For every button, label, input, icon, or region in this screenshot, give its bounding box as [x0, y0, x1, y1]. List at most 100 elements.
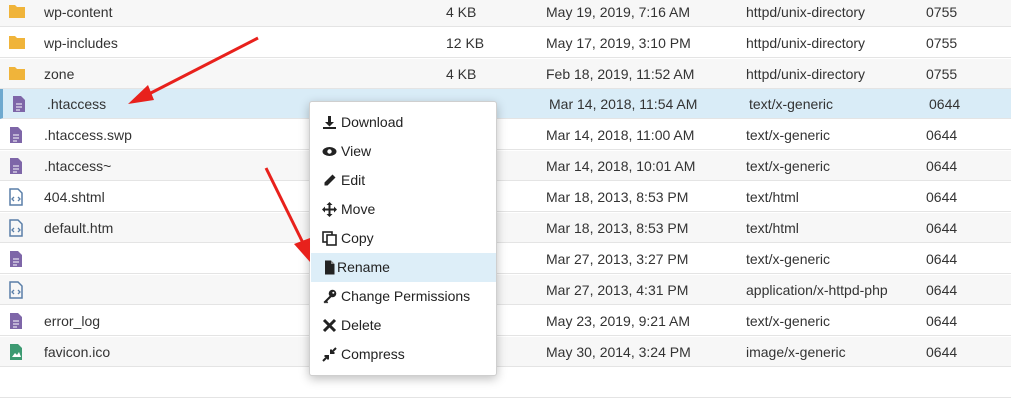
eye-icon	[322, 147, 337, 156]
table-row[interactable]: error_log May 23, 2019, 9:21 AM text/x-g…	[0, 306, 1011, 336]
move-icon	[322, 202, 337, 217]
file-date: Mar 27, 2013, 4:31 PM	[546, 282, 689, 298]
menu-item-label: Change Permissions	[341, 288, 471, 304]
generic-file-icon	[8, 306, 26, 336]
file-date: Mar 14, 2018, 10:01 AM	[546, 158, 696, 174]
file-permissions: 0644	[926, 189, 958, 205]
compress-icon	[322, 347, 337, 362]
generic-file-icon	[8, 244, 26, 274]
table-row-selected[interactable]: .htaccess Mar 14, 2018, 11:54 AM text/x-…	[0, 89, 1011, 119]
menu-item-edit[interactable]: Edit	[311, 166, 496, 195]
file-icon	[325, 260, 335, 275]
menu-item-label: Rename	[337, 259, 390, 275]
table-row[interactable]: 404.shtml es Mar 18, 2013, 8:53 PM text/…	[0, 182, 1011, 212]
file-permissions: 0644	[926, 344, 958, 360]
table-row[interactable]: Mar 27, 2013, 3:27 PM text/x-generic 064…	[0, 244, 1011, 274]
redacted-name	[36, 248, 158, 272]
file-date: Mar 18, 2013, 8:53 PM	[546, 189, 689, 205]
file-size: 4 KB	[446, 4, 477, 20]
code-file-icon	[8, 275, 26, 305]
file-permissions: 0644	[926, 313, 958, 329]
file-name[interactable]: default.htm	[44, 213, 113, 243]
file-permissions: 0644	[926, 127, 958, 143]
menu-item-download[interactable]: Download	[311, 108, 496, 137]
file-type: text/html	[746, 220, 799, 236]
x-icon	[322, 318, 337, 333]
folder-icon	[8, 59, 26, 89]
file-type: image/x-generic	[746, 344, 846, 360]
menu-item-rename[interactable]: Rename	[311, 253, 496, 282]
table-row[interactable]: s Mar 27, 2013, 4:31 PM application/x-ht…	[0, 275, 1011, 305]
file-permissions: 0644	[926, 282, 958, 298]
file-type: httpd/unix-directory	[746, 35, 866, 51]
file-date: May 17, 2019, 3:10 PM	[546, 35, 691, 51]
menu-item-change-permissions[interactable]: Change Permissions	[311, 282, 496, 311]
file-size: 12 KB	[446, 35, 485, 51]
menu-item-delete[interactable]: Delete	[311, 311, 496, 340]
table-row[interactable]: .htaccess~ Mar 14, 2018, 10:01 AM text/x…	[0, 151, 1011, 181]
file-type: text/x-generic	[746, 127, 831, 143]
image-file-icon	[8, 337, 26, 367]
file-size: 4 KB	[446, 66, 477, 82]
file-permissions: 0644	[926, 158, 958, 174]
file-name[interactable]: wp-content	[44, 0, 112, 27]
menu-item-label: View	[341, 143, 372, 159]
file-type: text/x-generic	[746, 251, 831, 267]
menu-item-label: Compress	[341, 346, 405, 362]
menu-item-move[interactable]: Move	[311, 195, 496, 224]
file-type: text/x-generic	[746, 313, 831, 329]
key-icon	[323, 289, 337, 304]
table-row[interactable]: wp-content 4 KB May 19, 2019, 7:16 AM ht…	[0, 0, 1011, 27]
file-date: Mar 14, 2018, 11:54 AM	[549, 96, 698, 112]
file-type: application/x-httpd-php	[746, 282, 888, 298]
file-date: Feb 18, 2019, 11:52 AM	[546, 66, 695, 82]
menu-item-copy[interactable]: Copy	[311, 224, 496, 253]
file-name[interactable]: .htaccess	[47, 89, 106, 119]
generic-file-icon	[8, 120, 26, 150]
file-permissions: 0644	[926, 220, 958, 236]
file-type: httpd/unix-directory	[746, 66, 866, 82]
file-type: httpd/unix-directory	[746, 4, 866, 20]
menu-item-compress[interactable]: Compress	[311, 340, 496, 369]
file-name[interactable]: .htaccess.swp	[44, 120, 132, 150]
table-row-partial[interactable]	[0, 368, 1011, 398]
copy-icon	[322, 231, 337, 246]
file-date: Mar 18, 2013, 8:53 PM	[546, 220, 689, 236]
pencil-icon	[324, 174, 336, 186]
table-row[interactable]: wp-includes 12 KB May 17, 2019, 3:10 PM …	[0, 28, 1011, 58]
table-row[interactable]: favicon.ico May 30, 2014, 3:24 PM image/…	[0, 337, 1011, 367]
table-row[interactable]: default.htm Mar 18, 2013, 8:53 PM text/h…	[0, 213, 1011, 243]
file-date: May 23, 2019, 9:21 AM	[546, 313, 690, 329]
menu-item-label: Download	[341, 114, 404, 130]
table-row[interactable]: .htaccess.swp Mar 14, 2018, 11:00 AM tex…	[0, 120, 1011, 150]
file-type: text/x-generic	[746, 158, 831, 174]
generic-file-icon	[8, 151, 26, 181]
folder-icon	[8, 0, 26, 27]
file-permissions: 0755	[926, 35, 958, 51]
file-date: Mar 14, 2018, 11:00 AM	[546, 127, 695, 143]
file-date: Mar 27, 2013, 3:27 PM	[546, 251, 689, 267]
file-type: text/x-generic	[749, 96, 834, 112]
code-file-icon	[8, 213, 26, 243]
table-row[interactable]: zone 4 KB Feb 18, 2019, 11:52 AM httpd/u…	[0, 59, 1011, 89]
menu-item-label: Move	[341, 201, 376, 217]
file-permissions: 0755	[926, 66, 958, 82]
file-date: May 30, 2014, 3:24 PM	[546, 344, 691, 360]
folder-icon	[8, 28, 26, 58]
file-permissions: 0644	[929, 96, 961, 112]
menu-item-view[interactable]: View	[311, 137, 496, 166]
file-name[interactable]: 404.shtml	[44, 182, 105, 212]
menu-item-label: Delete	[341, 317, 382, 333]
file-type: text/html	[746, 189, 799, 205]
menu-item-label: Copy	[341, 230, 374, 246]
file-name[interactable]: wp-includes	[44, 28, 118, 58]
file-name[interactable]: zone	[44, 59, 74, 89]
file-name[interactable]: error_log	[44, 306, 100, 336]
file-name[interactable]: favicon.ico	[44, 337, 110, 367]
download-icon	[323, 116, 336, 129]
code-file-icon	[8, 182, 26, 212]
context-menu: Download View Edit Move Copy Rename Chan…	[309, 101, 497, 376]
file-date: May 19, 2019, 7:16 AM	[546, 4, 690, 20]
menu-item-label: Edit	[341, 172, 366, 188]
file-name[interactable]: .htaccess~	[44, 151, 111, 181]
